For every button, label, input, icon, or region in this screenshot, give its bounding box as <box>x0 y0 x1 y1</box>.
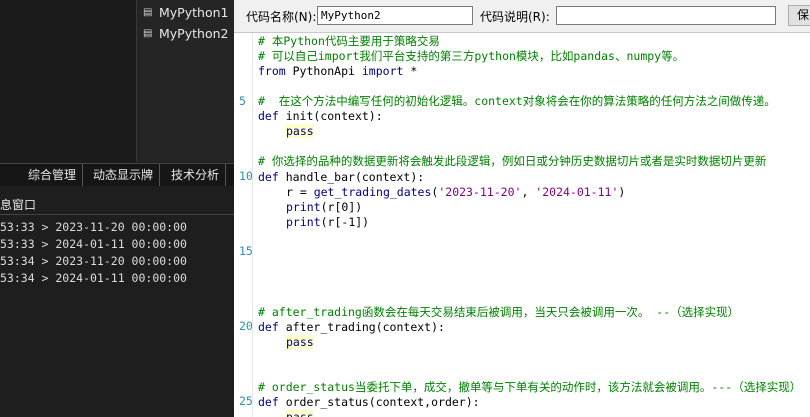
function-call: print <box>286 215 321 229</box>
code-name-label: 代码名称(N): <box>246 10 317 24</box>
code-line: def init(context): <box>258 108 383 124</box>
code-text: * <box>403 64 418 78</box>
code-desc-label: 代码说明(R): <box>480 10 550 24</box>
line-number-gutter <box>234 33 253 417</box>
code-line: print(r[0]) <box>286 199 362 215</box>
function-call: get_trading_dates <box>313 185 432 199</box>
code-desc-field[interactable] <box>556 6 776 25</box>
tab-overview[interactable]: 综合管理 <box>22 164 84 186</box>
left-panel: ▤ MyPython1 ▤ MyPython2 综合管理 动态显示牌 技术分析 … <box>0 0 234 417</box>
log-line: 53:34 > 2024-01-11 00:00:00 <box>0 271 187 285</box>
code-text: r = <box>286 185 314 199</box>
code-line: def after_trading(context): <box>258 319 445 335</box>
log-line: 53:33 > 2024-01-11 00:00:00 <box>0 237 187 251</box>
tree-item-mypython2[interactable]: ▤ MyPython2 <box>143 24 228 42</box>
code-text: init(context): <box>278 109 383 123</box>
code-line: r = get_trading_dates('2023-11-20', '202… <box>286 184 625 200</box>
code-editor[interactable]: 5 10 15 20 25 # 本Python代码主要用于策略交易 # 可以自己… <box>234 33 810 417</box>
keyword: def <box>258 320 279 334</box>
tab-dynamic-board[interactable]: 动态显示牌 <box>87 164 161 186</box>
log-line: 53:33 > 2023-11-20 00:00:00 <box>0 220 187 234</box>
line-number: 20 <box>239 319 253 333</box>
line-number: 25 <box>239 394 253 408</box>
tree-item-label: MyPython1 <box>159 4 229 20</box>
keyword: def <box>258 109 279 123</box>
code-comment: # order_status当委托下单，成交，撤单等与下单有关的动作时，该方法就… <box>258 380 802 394</box>
code-line: def handle_bar(context): <box>258 169 424 185</box>
save-button[interactable]: 保 <box>788 5 810 26</box>
python-file-icon: ▤ <box>143 27 153 39</box>
code-comment: # 本Python代码主要用于策略交易 <box>258 34 440 48</box>
code-name-field[interactable] <box>317 6 473 25</box>
code-line: pass <box>286 123 314 139</box>
code-comment: # 在这个方法中编写任何的初始化逻辑。context对象将会在你的算法策略的任何… <box>258 94 776 108</box>
code-text: PythonApi <box>285 64 362 78</box>
message-log: 53:33 > 2023-11-20 00:00:00 53:33 > 2024… <box>0 219 187 287</box>
log-line: 53:34 > 2023-11-20 00:00:00 <box>0 254 187 268</box>
python-file-icon: ▤ <box>143 6 153 18</box>
keyword: pass <box>286 124 314 138</box>
code-text: handle_bar(context): <box>278 170 425 184</box>
formula-tree-left <box>0 0 137 162</box>
code-comment: # after_trading函数会在每天交易结束后被调用，当天只会被调用一次。… <box>258 305 740 319</box>
tab-technical-analysis[interactable]: 技术分析 <box>165 164 227 186</box>
code-line: pass <box>286 334 314 350</box>
code-text: order_status(context,order): <box>278 395 480 409</box>
code-line: print(r[-1]) <box>286 214 369 230</box>
tree-item-mypython1[interactable]: ▤ MyPython1 <box>143 3 228 21</box>
code-text: after_trading(context): <box>278 320 445 334</box>
keyword: pass <box>286 410 314 417</box>
keyword: from <box>258 64 286 78</box>
code-comment: # 可以自己import我们平台支持的第三方python模块，比如pandas、… <box>258 49 685 63</box>
line-number: 15 <box>239 244 253 258</box>
keyword: pass <box>286 335 314 349</box>
string-literal: '2023-11-20' <box>438 185 522 199</box>
code-text: (r[0]) <box>320 200 363 214</box>
keyword: def <box>258 395 279 409</box>
code-line: pass <box>286 409 314 417</box>
code-text: ) <box>618 185 626 199</box>
message-panel-title: 息窗口 <box>0 198 37 212</box>
string-literal: '2024-01-11' <box>535 185 619 199</box>
code-text: , <box>521 185 536 199</box>
function-call: print <box>286 200 321 214</box>
code-text: (r[-1]) <box>320 215 370 229</box>
keyword: def <box>258 170 279 184</box>
keyword: import <box>361 64 404 78</box>
bottom-tab-bar: 综合管理 动态显示牌 技术分析 <box>0 163 234 186</box>
code-line: def order_status(context,order): <box>258 394 480 410</box>
code-line: from PythonApi import * <box>258 63 417 79</box>
code-comment: # 你选择的品种的数据更新将会触发此段逻辑，例如日或分钟历史数据切片或者是实时数… <box>258 154 767 168</box>
line-number: 10 <box>239 169 253 183</box>
tree-item-label: MyPython2 <box>159 25 229 41</box>
divider <box>0 214 234 215</box>
line-number: 5 <box>239 94 246 108</box>
